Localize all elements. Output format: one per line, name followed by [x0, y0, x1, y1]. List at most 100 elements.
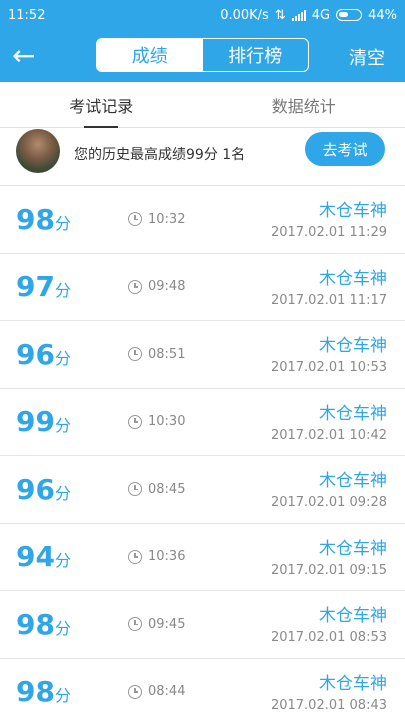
records-list: 98分 10:32 木仓车神 2017.02.01 11:29 97分 09:48 木仓车神… [0, 186, 405, 720]
score-unit: 分 [54, 281, 71, 301]
duration-value: 10:32 [148, 211, 186, 227]
duration: 10:36 [128, 549, 185, 564]
score: 98分 [0, 203, 120, 236]
clear-button[interactable]: 清空 [349, 44, 385, 70]
user-name: 木仓车神 [319, 471, 387, 491]
record-meta: 木仓车神 2017.02.01 10:53 [271, 331, 387, 375]
duration: 09:45 [128, 617, 185, 632]
clock-icon [128, 347, 142, 362]
score-unit: 分 [54, 416, 71, 436]
list-item[interactable]: 96分 08:45 木仓车神 2017.02.01 09:28 [0, 456, 405, 524]
score: 97分 [0, 270, 120, 303]
duration: 10:32 [128, 212, 185, 227]
profile-summary: 您的历史最高成绩99分 1名 去考试 [0, 128, 405, 186]
list-item[interactable]: 98分 09:45 木仓车神 2017.02.01 08:53 [0, 591, 405, 659]
clock-icon [128, 279, 142, 294]
back-arrow-icon[interactable]: ← [12, 42, 52, 70]
duration-value: 08:51 [148, 346, 186, 362]
signal-icon [291, 9, 306, 21]
status-bar: 11:52 0.00K/s ⇅ 4G 44% [0, 0, 405, 30]
duration-value: 08:45 [148, 481, 186, 497]
duration: 10:30 [128, 414, 185, 429]
duration: 08:44 [128, 684, 185, 699]
score-unit: 分 [54, 618, 71, 638]
user-name: 木仓车神 [319, 673, 387, 694]
record-date: 2017.02.01 10:53 [270, 360, 387, 375]
network-type: 4G [311, 7, 331, 23]
tab-exam-records[interactable]: 考试记录 [0, 82, 203, 127]
score: 94分 [0, 540, 120, 573]
list-item[interactable]: 94分 10:36 木仓车神 2017.02.01 09:15 [0, 524, 405, 591]
list-item[interactable]: 99分 10:30 木仓车神 2017.02.01 10:42 [0, 389, 405, 456]
user-name: 木仓车神 [319, 336, 387, 356]
battery-icon [336, 9, 363, 21]
score-unit: 分 [54, 348, 71, 368]
status-time: 11:52 [8, 7, 46, 23]
list-item[interactable]: 96分 08:51 木仓车神 2017.02.01 10:53 [0, 321, 405, 389]
score-unit: 分 [54, 551, 71, 571]
duration: 08:45 [128, 482, 185, 497]
user-name: 木仓车神 [319, 538, 387, 559]
record-date: 2017.02.01 11:17 [270, 292, 387, 308]
score-value: 97 [16, 270, 55, 304]
battery-level: 44% [368, 7, 397, 23]
record-meta: 木仓车神 2017.02.01 11:17 [271, 264, 387, 308]
clock-icon [128, 684, 142, 699]
clock-icon [128, 212, 142, 227]
record-meta: 木仓车神 2017.02.01 08:53 [271, 601, 387, 645]
list-item[interactable]: 98分 08:44 木仓车神 2017.02.01 08:43 [0, 659, 405, 720]
user-name: 木仓车神 [319, 201, 387, 221]
score-unit: 分 [54, 483, 71, 503]
app-header: ← 成绩 排行榜 清空 [0, 30, 405, 82]
record-date: 2017.02.01 11:29 [270, 225, 387, 240]
sub-tabs: 考试记录 数据统计 [0, 82, 405, 128]
duration-value: 09:45 [148, 616, 186, 632]
score: 98分 [0, 608, 120, 641]
clock-icon [128, 414, 142, 429]
list-item[interactable]: 97分 09:48 木仓车神 2017.02.01 11:17 [0, 254, 405, 321]
tab-ranking[interactable]: 排行榜 [203, 39, 309, 71]
score-value: 96 [16, 337, 55, 371]
user-name: 木仓车神 [319, 606, 387, 626]
list-item[interactable]: 98分 10:32 木仓车神 2017.02.01 11:29 [0, 186, 405, 254]
network-speed: 0.00K/s [220, 7, 269, 23]
duration-value: 10:30 [148, 414, 186, 430]
avatar [16, 128, 60, 173]
score-value: 98 [16, 607, 55, 641]
score-value: 94 [16, 540, 55, 574]
user-name: 木仓车神 [319, 268, 387, 289]
record-date: 2017.02.01 09:15 [270, 562, 387, 578]
score: 98分 [0, 675, 120, 708]
clock-icon [128, 549, 142, 564]
duration: 08:51 [128, 347, 185, 362]
duration: 09:48 [128, 279, 185, 294]
record-date: 2017.02.01 08:43 [270, 697, 387, 713]
score-unit: 分 [54, 686, 71, 706]
score-unit: 分 [54, 213, 71, 233]
clock-icon [128, 617, 142, 632]
score-value: 96 [16, 472, 55, 506]
record-meta: 木仓车神 2017.02.01 08:43 [271, 669, 387, 713]
duration-value: 10:36 [148, 549, 186, 565]
data-transfer-icon: ⇅ [274, 7, 286, 23]
duration-value: 09:48 [148, 279, 186, 295]
user-name: 木仓车神 [319, 403, 387, 424]
score: 96分 [0, 473, 120, 506]
record-meta: 木仓车神 2017.02.01 11:29 [271, 196, 387, 240]
score-value: 98 [16, 202, 55, 236]
status-indicators: 0.00K/s ⇅ 4G 44% [220, 8, 397, 23]
score: 99分 [0, 405, 120, 438]
record-date: 2017.02.01 09:28 [270, 495, 387, 510]
record-meta: 木仓车神 2017.02.01 09:15 [271, 534, 387, 578]
segmented-control: 成绩 排行榜 [96, 38, 309, 72]
take-exam-button[interactable]: 去考试 [305, 132, 385, 166]
best-score-text: 您的历史最高成绩99分 1名 [74, 146, 246, 163]
clock-icon [128, 482, 142, 497]
record-meta: 木仓车神 2017.02.01 09:28 [271, 466, 387, 510]
tab-data-stats[interactable]: 数据统计 [203, 82, 405, 127]
record-meta: 木仓车神 2017.02.01 10:42 [271, 399, 387, 443]
score-value: 98 [16, 675, 55, 709]
tab-scores[interactable]: 成绩 [97, 39, 203, 71]
record-date: 2017.02.01 10:42 [270, 427, 387, 443]
record-date: 2017.02.01 08:53 [270, 630, 387, 645]
